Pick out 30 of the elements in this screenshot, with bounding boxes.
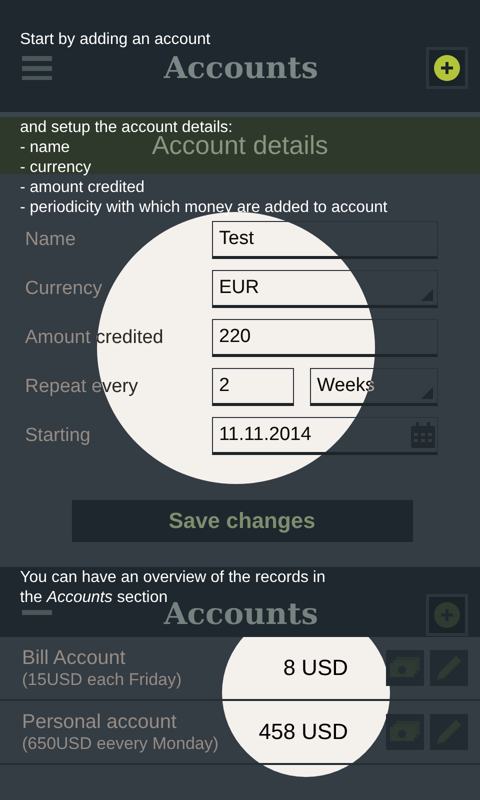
screen-title: Accounts	[164, 50, 318, 86]
account-detail: (15USD each Friday)	[22, 670, 183, 690]
dropdown[interactable]: EUR	[212, 270, 438, 308]
account-name: Personal account	[22, 710, 178, 734]
account-row[interactable]: Bill Account (15USD each Friday) 8 USD	[0, 637, 480, 701]
save-button[interactable]: Save changes	[72, 500, 412, 542]
input-field[interactable]: 2	[212, 368, 294, 406]
account-detail: (650USD eevery Monday)	[22, 734, 220, 754]
money-button[interactable]	[386, 714, 424, 750]
plus-icon	[434, 55, 460, 81]
add-button[interactable]	[426, 47, 468, 89]
tutorial-text: - name	[20, 138, 70, 158]
money-button[interactable]	[386, 650, 424, 686]
field-label: Name	[25, 229, 77, 251]
field-label: Starting	[25, 425, 92, 447]
account-name: Bill Account	[22, 646, 126, 670]
tutorial-text: and setup the account details:	[20, 118, 233, 136]
menu-icon	[22, 56, 52, 80]
date-field[interactable]: 11.11.2014	[212, 417, 438, 455]
tutorial-text: - periodicity with which money are added to account	[20, 198, 388, 218]
account-balance: 8 USD	[283, 655, 348, 681]
tutorial-text: - currency	[20, 158, 92, 178]
account-row[interactable]: Personal account (650USD eevery Monday) 458 USD	[0, 701, 480, 765]
field-label: Currency	[25, 278, 104, 300]
menu-icon	[22, 610, 52, 615]
tutorial-text: - amount credited	[20, 178, 145, 198]
tutorial-text: Start by adding an account	[20, 30, 210, 50]
input-field[interactable]: 220	[212, 319, 438, 357]
input-field[interactable]: Test	[212, 221, 438, 259]
account-balance: 458 USD	[258, 719, 348, 745]
